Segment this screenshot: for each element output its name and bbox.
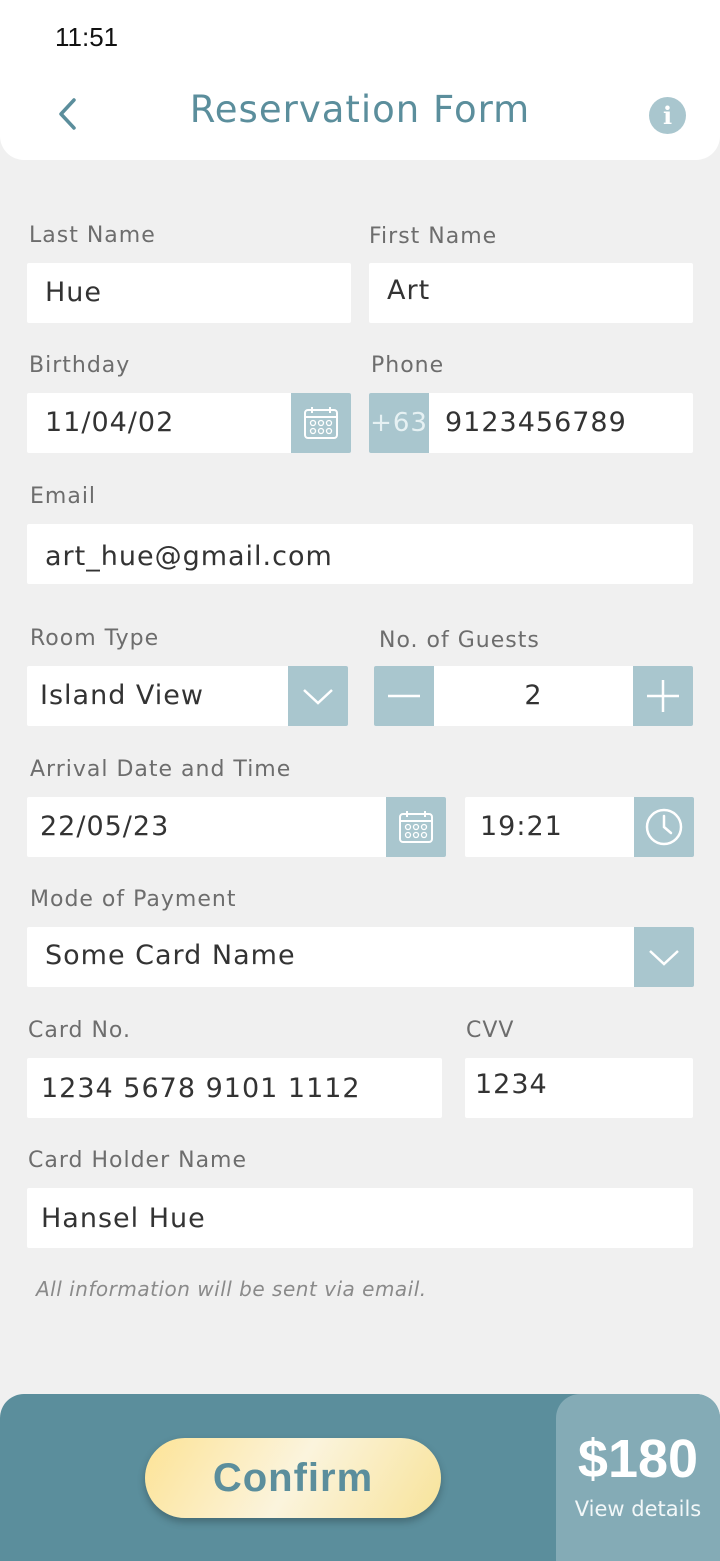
confirm-button[interactable]: Confirm <box>145 1438 441 1518</box>
cvv-input[interactable]: 1234 <box>465 1058 693 1118</box>
last-name-label: Last Name <box>29 223 156 248</box>
info-icon: i <box>662 101 673 130</box>
arrival-calendar-button[interactable] <box>386 797 446 857</box>
payment-select[interactable]: Some Card Name <box>27 927 694 987</box>
status-bar-time: 11:51 <box>55 22 119 52</box>
card-no-label: Card No. <box>28 1018 131 1043</box>
arrival-date-value: 22/05/23 <box>40 811 170 842</box>
room-type-dropdown-button[interactable] <box>288 666 348 726</box>
app-header: 11:51 Reservation Form i <box>0 0 720 160</box>
card-holder-value: Hansel Hue <box>41 1203 206 1234</box>
minus-icon <box>388 694 420 698</box>
arrival-time-value: 19:21 <box>480 811 563 842</box>
plus-icon <box>647 680 679 712</box>
email-input[interactable]: art_hue@gmail.com <box>27 524 693 584</box>
arrival-time-input[interactable]: 19:21 <box>465 797 694 857</box>
country-code-prefix: +63 <box>369 393 429 453</box>
chevron-down-icon <box>303 689 333 705</box>
info-button[interactable]: i <box>649 97 686 134</box>
payment-label: Mode of Payment <box>30 887 237 912</box>
last-name-value: Hue <box>45 277 103 308</box>
phone-input[interactable]: +63 9123456789 <box>369 393 693 453</box>
arrival-date-input[interactable]: 22/05/23 <box>27 797 446 857</box>
email-value: art_hue@gmail.com <box>45 541 333 572</box>
chevron-down-icon <box>649 950 679 966</box>
calendar-icon <box>304 407 338 439</box>
room-type-label: Room Type <box>30 626 160 651</box>
page-title: Reservation Form <box>189 88 531 131</box>
room-type-select[interactable]: Island View <box>27 666 348 726</box>
card-no-input[interactable]: 1234 5678 9101 1112 <box>27 1058 442 1118</box>
email-info-note: All information will be sent via email. <box>36 1277 427 1301</box>
guests-stepper[interactable]: 2 <box>374 666 693 726</box>
guests-label: No. of Guests <box>379 628 540 653</box>
room-type-value: Island View <box>40 680 204 711</box>
first-name-label: First Name <box>369 224 498 249</box>
first-name-input[interactable]: Art <box>369 263 693 323</box>
phone-value: 9123456789 <box>445 407 627 438</box>
cvv-label: CVV <box>466 1018 515 1043</box>
guests-value: 2 <box>524 680 543 711</box>
birthday-value: 11/04/02 <box>45 407 175 438</box>
birthday-label: Birthday <box>29 353 131 378</box>
calendar-icon <box>399 811 433 843</box>
birthday-calendar-button[interactable] <box>291 393 351 453</box>
birthday-input[interactable]: 11/04/02 <box>27 393 351 453</box>
arrival-clock-button[interactable] <box>634 797 694 857</box>
cvv-value: 1234 <box>475 1069 548 1100</box>
email-label: Email <box>30 484 97 509</box>
card-holder-input[interactable]: Hansel Hue <box>27 1188 693 1248</box>
card-no-value: 1234 5678 9101 1112 <box>41 1073 361 1104</box>
payment-value: Some Card Name <box>45 940 296 971</box>
increase-guests-button[interactable] <box>633 666 693 726</box>
price-panel[interactable]: $180 View details <box>556 1394 720 1561</box>
decrease-guests-button[interactable] <box>374 666 434 726</box>
payment-dropdown-button[interactable] <box>634 927 694 987</box>
first-name-value: Art <box>387 275 431 306</box>
arrival-label: Arrival Date and Time <box>30 757 292 782</box>
clock-icon <box>645 808 683 846</box>
phone-label: Phone <box>371 353 445 378</box>
card-holder-label: Card Holder Name <box>28 1148 248 1173</box>
last-name-input[interactable]: Hue <box>27 263 351 323</box>
footer-bar: Confirm $180 View details <box>0 1394 720 1561</box>
total-price: $180 <box>577 1429 699 1489</box>
view-details-link[interactable]: View details <box>556 1497 720 1521</box>
